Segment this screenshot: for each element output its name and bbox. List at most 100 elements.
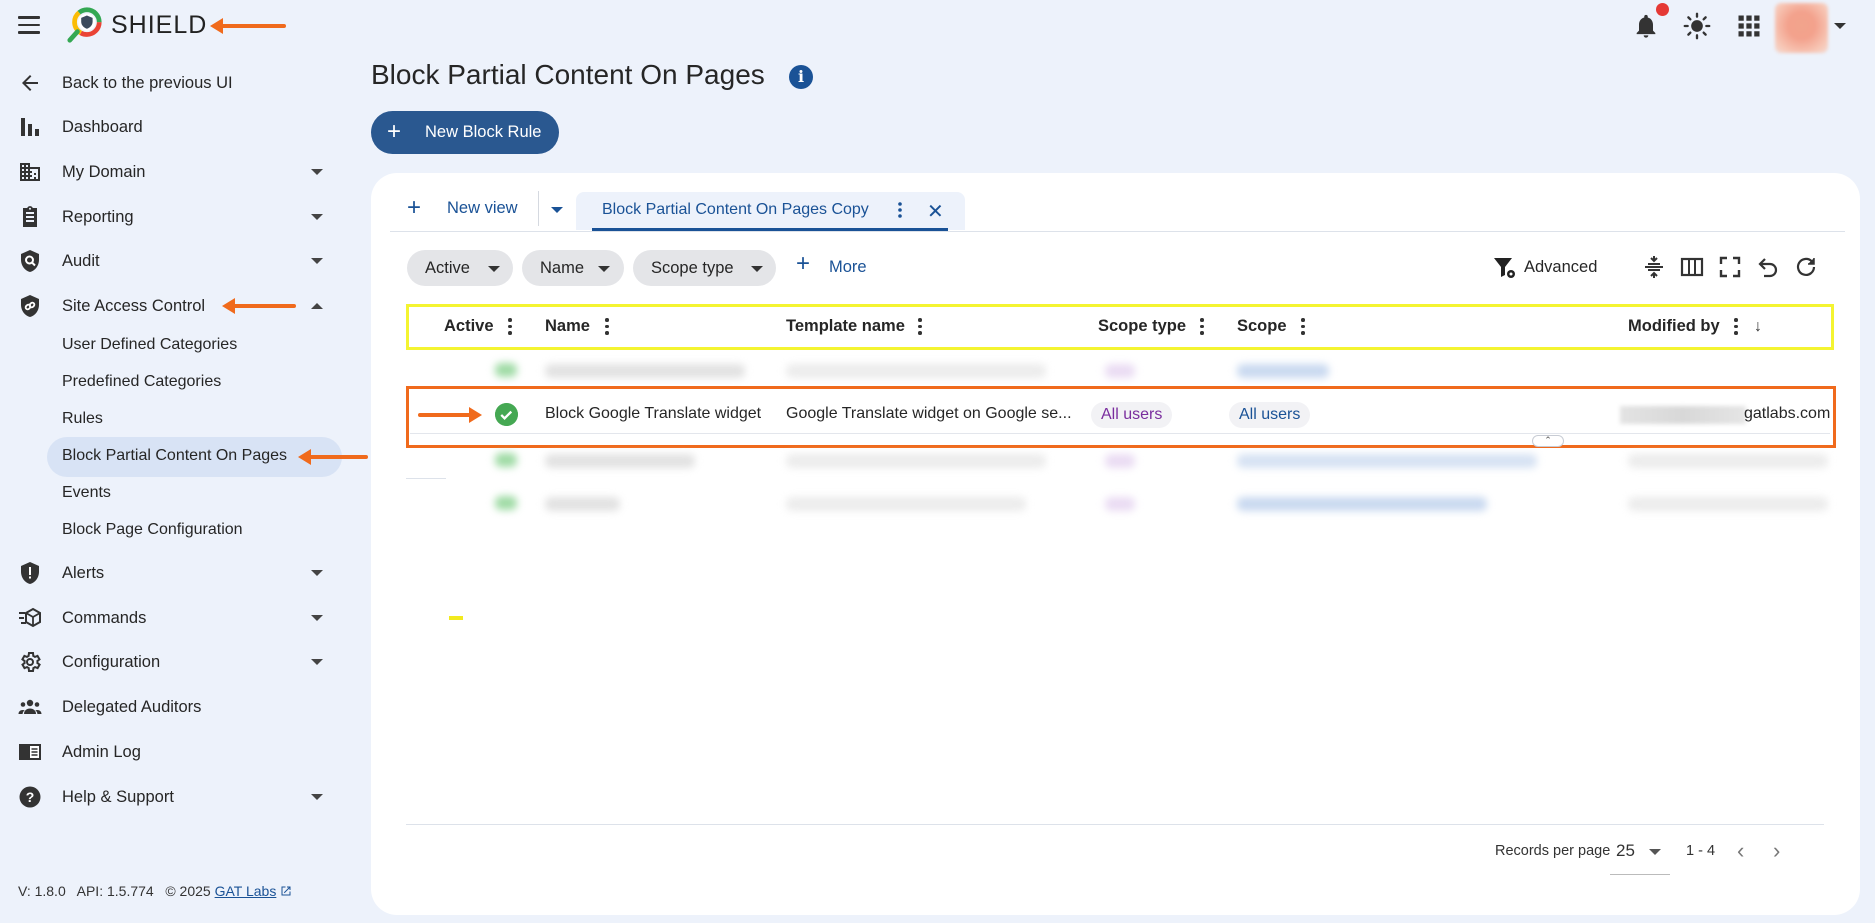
arrow-left-icon: [22, 75, 38, 91]
external-link-icon: [281, 886, 291, 896]
more-label: More: [829, 258, 867, 276]
version-text: V: 1.8.0 API: 1.5.774 © 2025: [18, 883, 211, 899]
building-icon: [20, 163, 40, 181]
blurred-content: [1105, 454, 1135, 468]
check-circle-icon: [495, 403, 518, 426]
sidebar-item-reporting[interactable]: Reporting: [0, 197, 340, 237]
sidebar-item-label: Alerts: [62, 563, 105, 582]
sidebar-item-dashboard[interactable]: Dashboard: [0, 107, 340, 147]
sidebar-subitem-rules[interactable]: Rules: [62, 404, 103, 434]
commands-icon: [19, 607, 41, 628]
records-per-page-select[interactable]: 25: [1616, 841, 1635, 861]
density-icon[interactable]: [1642, 255, 1666, 279]
sidebar-item-label: Audit: [62, 251, 100, 270]
sidebar-item-label: Configuration: [62, 652, 161, 671]
divider: [390, 231, 1845, 232]
more-vert-icon[interactable]: [604, 318, 610, 336]
fullscreen-icon[interactable]: [1718, 255, 1742, 279]
filter-label: Name: [540, 259, 585, 277]
more-vert-icon[interactable]: [1199, 318, 1205, 336]
sidebar-subitem-block-partial-content[interactable]: Block Partial Content On Pages: [62, 441, 287, 471]
blurred-content: [1105, 497, 1135, 511]
column-header-scope[interactable]: Scope: [1237, 317, 1287, 336]
new-block-rule-button[interactable]: + New Block Rule: [371, 111, 559, 154]
apps-grid-icon[interactable]: [1735, 12, 1763, 40]
annotation-arrow: [298, 449, 368, 465]
more-vert-icon[interactable]: [894, 200, 906, 220]
sort-arrow-down-icon[interactable]: ↓: [1754, 318, 1762, 336]
row-modified-by: gatlabs.com: [1744, 405, 1831, 422]
blurred-content: [1237, 364, 1329, 378]
sidebar-item-label: Dashboard: [62, 117, 143, 136]
refresh-icon[interactable]: [1794, 255, 1818, 279]
blurred-content: [1628, 497, 1828, 511]
advanced-label: Advanced: [1524, 258, 1598, 276]
tab-label: Block Partial Content On Pages Copy: [602, 201, 869, 218]
column-header-name[interactable]: Name: [545, 317, 590, 336]
scope-type-badge: All users: [1091, 402, 1173, 428]
chevron-down-icon[interactable]: [1834, 23, 1846, 29]
bell-icon[interactable]: [1632, 12, 1660, 40]
column-header-template-name[interactable]: Template name: [786, 317, 905, 336]
undo-icon[interactable]: [1756, 255, 1780, 279]
more-vert-icon[interactable]: [1300, 318, 1306, 336]
sidebar-item-admin-log[interactable]: Admin Log: [0, 732, 340, 772]
filter-settings-icon: [1494, 258, 1515, 278]
annotation-arrow: [210, 18, 286, 34]
chevron-down-icon: [311, 214, 323, 220]
more-vert-icon[interactable]: [507, 318, 513, 336]
chevron-down-icon[interactable]: [1649, 849, 1661, 855]
sidebar-item-label: Delegated Auditors: [62, 697, 202, 716]
redacted-email: [1620, 406, 1746, 424]
column-header-scope-type[interactable]: Scope type: [1098, 317, 1186, 336]
info-icon[interactable]: i: [789, 65, 813, 89]
page-range: 1 - 4: [1686, 843, 1716, 859]
chevron-down-icon: [311, 615, 323, 621]
row-template: Google Translate widget on Google se...: [786, 405, 1072, 422]
next-page-icon[interactable]: ›: [1773, 838, 1780, 864]
blurred-content: [495, 453, 517, 467]
chevron-down-icon: [311, 794, 323, 800]
sidebar-item-audit[interactable]: Audit: [0, 241, 340, 281]
column-header-modified-by[interactable]: Modified by: [1628, 317, 1720, 336]
gat-labs-link[interactable]: GAT Labs: [215, 883, 277, 899]
views-dropdown-icon[interactable]: [551, 207, 563, 213]
prev-page-icon[interactable]: ‹: [1737, 838, 1744, 864]
row-resize-handle[interactable]: ⌃: [1532, 435, 1564, 447]
sidebar-item-my-domain[interactable]: My Domain: [0, 152, 340, 192]
filter-chip-scope-type[interactable]: Scope type: [633, 250, 776, 286]
sidebar-item-commands[interactable]: Commands: [0, 598, 340, 638]
blurred-content: [1237, 454, 1537, 468]
blurred-content: [495, 363, 517, 377]
more-vert-icon[interactable]: [917, 318, 923, 336]
sidebar-subitem-block-page-configuration[interactable]: Block Page Configuration: [62, 515, 243, 545]
sidebar-subitem-user-defined-categories[interactable]: User Defined Categories: [62, 330, 237, 360]
sidebar-item-alerts[interactable]: Alerts: [0, 553, 340, 593]
back-label: Back to the previous UI: [62, 73, 233, 92]
sidebar-item-delegated-auditors[interactable]: Delegated Auditors: [0, 687, 340, 727]
clipboard-icon: [23, 206, 37, 227]
menu-icon[interactable]: [18, 16, 40, 34]
sidebar-item-help-support[interactable]: ? Help & Support: [0, 777, 340, 817]
columns-icon[interactable]: [1680, 255, 1704, 279]
sidebar-item-configuration[interactable]: Configuration: [0, 642, 340, 682]
avatar[interactable]: [1775, 3, 1828, 53]
top-bar: SHIELD: [0, 0, 1875, 53]
back-link[interactable]: Back to the previous UI: [0, 63, 340, 103]
divider: [410, 433, 1830, 434]
bar-chart-icon: [21, 118, 39, 136]
filter-chip-active[interactable]: Active: [407, 250, 513, 286]
blurred-content: [786, 364, 1046, 378]
sidebar-subitem-predefined-categories[interactable]: Predefined Categories: [62, 367, 221, 397]
close-icon[interactable]: ✕: [927, 199, 944, 224]
shield-link-icon: [21, 295, 39, 317]
gear-icon: [21, 652, 41, 672]
more-vert-icon[interactable]: [1733, 318, 1739, 336]
chevron-up-icon: [311, 303, 323, 309]
sidebar-subitem-events[interactable]: Events: [62, 478, 111, 508]
blurred-content: [786, 454, 1046, 468]
column-header-active[interactable]: Active: [444, 317, 494, 336]
brightness-icon[interactable]: [1683, 12, 1711, 40]
filter-chip-name[interactable]: Name: [522, 250, 624, 286]
page-title: Block Partial Content On Pages: [371, 59, 765, 90]
